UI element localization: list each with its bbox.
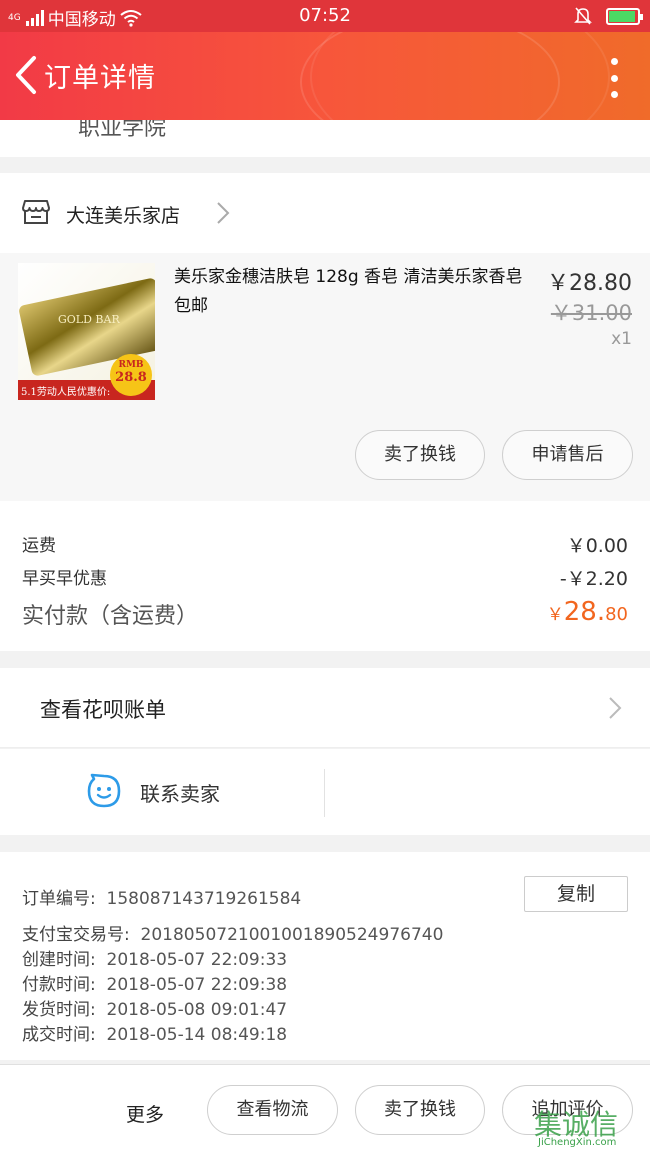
price-badge-value: 28.8 [115, 370, 147, 385]
shop-icon [22, 200, 50, 224]
back-arrow-icon[interactable] [10, 54, 40, 96]
copy-button[interactable]: 复制 [524, 876, 628, 912]
paid-time-label: 付款时间: [22, 975, 96, 995]
paid-time: 2018-05-07 22:09:38 [106, 975, 288, 995]
battery-icon [606, 7, 643, 25]
chat-bubble-icon[interactable] [86, 773, 122, 809]
huabei-bill-row[interactable]: 查看花呗账单 [0, 668, 650, 748]
product-title[interactable]: 美乐家金穗洁肤皂 128g 香皂 清洁美乐家香皂 包邮 [174, 263, 524, 321]
divider [324, 769, 325, 817]
contact-seller-section: 联系卖家 [0, 749, 650, 835]
completed-time: 2018-05-14 08:49:18 [106, 1025, 288, 1045]
shipping-value: ￥0.00 [566, 535, 628, 557]
sell-for-cash-bottom-button[interactable]: 卖了换钱 [355, 1085, 485, 1135]
order-item: GOLD BAR 5.1劳动人民优惠价: RMB 28.8 美乐家金穗洁肤皂 1… [0, 253, 650, 501]
price-badge-currency: RMB [118, 360, 144, 370]
partial-address-section: 职业学院 [0, 120, 650, 157]
mute-bell-icon [574, 7, 592, 25]
total-paid: ￥28.80 [547, 597, 628, 627]
shipped-time-row: 发货时间: 2018-05-08 09:01:47 [22, 995, 287, 1020]
total-cents: 80 [605, 604, 628, 625]
fee-summary: 运费 ￥0.00 早买早优惠 -￥2.20 实付款（含运费） ￥28.80 [0, 501, 650, 651]
paid-time-row: 付款时间: 2018-05-07 22:09:38 [22, 970, 287, 995]
chevron-right-icon [217, 202, 230, 224]
alipay-number-row: 支付宝交易号: 2018050721001001890524976740 [22, 920, 443, 945]
apply-after-sale-button[interactable]: 申请售后 [502, 430, 633, 480]
price-badge: RMB 28.8 [110, 354, 152, 396]
watermark-url: JiChengXin.com [538, 1137, 617, 1148]
status-right [574, 6, 643, 26]
view-logistics-button[interactable]: 查看物流 [207, 1085, 338, 1135]
total-integer: 28. [563, 597, 606, 627]
total-label: 实付款（含运费） [22, 604, 199, 629]
created-time-row: 创建时间: 2018-05-07 22:09:33 [22, 945, 287, 970]
shipped-time-label: 发货时间: [22, 1000, 96, 1020]
header: 订单详情 [0, 32, 650, 120]
chevron-right-icon [609, 697, 622, 719]
discount-label: 早买早优惠 [22, 569, 107, 589]
shipped-time: 2018-05-08 09:01:47 [106, 1000, 288, 1020]
store-name[interactable]: 大连美乐家店 [66, 201, 180, 228]
watermark-logo: 集诚信 JiChengXin.com [534, 1103, 644, 1148]
partial-text: 职业学院 [78, 120, 167, 141]
status-bar: 4G 中国移动 07:52 [0, 0, 650, 32]
contact-seller-button[interactable]: 联系卖家 [140, 778, 220, 807]
status-time: 07:52 [299, 5, 351, 26]
store-row[interactable]: 大连美乐家店 [0, 173, 650, 253]
completed-time-label: 成交时间: [22, 1025, 96, 1045]
order-number: 1580871437192615​84 [106, 889, 302, 909]
product-original-price: ￥31.00 [550, 301, 632, 325]
sell-for-cash-button[interactable]: 卖了换钱 [355, 430, 485, 480]
created-time: 2018-05-07 22:09:33 [106, 950, 288, 970]
alipay-number-label: 支付宝交易号: [22, 925, 130, 945]
product-thumbnail[interactable]: GOLD BAR 5.1劳动人民优惠价: RMB 28.8 [18, 263, 155, 400]
discount-value: -￥2.20 [559, 568, 628, 590]
page-title: 订单详情 [44, 63, 156, 94]
product-image-brand: GOLD BAR [58, 313, 120, 326]
completed-time-row: 成交时间: 2018-05-14 08:49:18 [22, 1020, 287, 1045]
more-button[interactable]: 更多 [126, 1100, 164, 1127]
huabei-bill-label[interactable]: 查看花呗账单 [40, 694, 166, 724]
bottom-action-bar: 更多 查看物流 卖了换钱 追加评价 集诚信 JiChengXin.com [0, 1064, 650, 1155]
more-menu-icon[interactable] [608, 58, 620, 98]
total-currency: ￥ [546, 605, 564, 625]
shipping-label: 运费 [22, 536, 56, 556]
product-price: ￥28.80 [547, 271, 632, 296]
order-info: 订单编号: 1580871437192615​84 复制 支付宝交易号: 201… [0, 852, 650, 1060]
created-time-label: 创建时间: [22, 950, 96, 970]
product-quantity: x1 [611, 329, 632, 349]
order-number-row: 订单编号: 1580871437192615​84 [22, 884, 301, 909]
alipay-number: 2018050721001001890524976740 [140, 925, 444, 945]
order-number-label: 订单编号: [22, 889, 96, 909]
